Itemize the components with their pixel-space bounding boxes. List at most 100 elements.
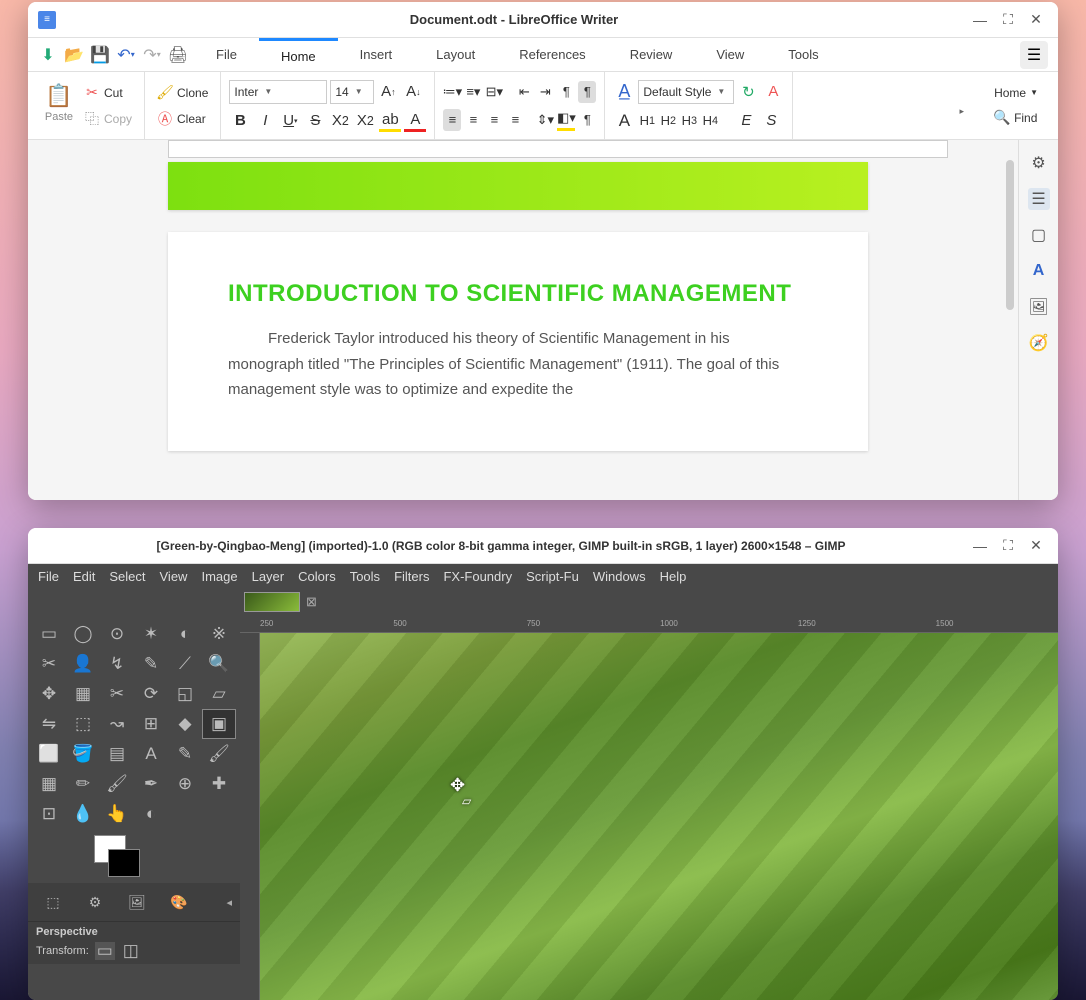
emphasis-icon[interactable]: E: [735, 110, 757, 132]
line-spacing-icon[interactable]: ⇕▾: [536, 109, 554, 131]
paste-icon[interactable]: 📋: [44, 83, 74, 111]
align-tool[interactable]: ▦: [66, 679, 100, 709]
shear-tool[interactable]: ▱: [202, 679, 236, 709]
document-heading[interactable]: INTRODUCTION TO SCIENTIFIC MANAGEMENT: [228, 280, 808, 308]
h1-icon[interactable]: H1: [638, 110, 656, 132]
menu-view[interactable]: View: [160, 569, 188, 584]
gimp-minimize-button[interactable]: —: [968, 534, 992, 558]
gimp-titlebar[interactable]: [Green-by-Qingbao-Meng] (imported)-1.0 (…: [28, 528, 1058, 564]
tab-layout[interactable]: Layout: [414, 38, 497, 72]
menu-fxfoundry[interactable]: FX-Foundry: [443, 569, 512, 584]
canvas-ruler-vertical[interactable]: [240, 633, 260, 1000]
overflow-icon[interactable]: ▸: [959, 106, 964, 117]
minimize-button[interactable]: —: [968, 8, 992, 32]
styles-icon[interactable]: A̲: [613, 81, 635, 103]
menu-file[interactable]: File: [38, 569, 59, 584]
underline-icon[interactable]: U▾: [279, 110, 301, 132]
cut-button[interactable]: ✂Cut: [80, 83, 136, 103]
warp-tool[interactable]: ↝: [100, 709, 134, 739]
shrink-font-icon[interactable]: A↓: [402, 81, 424, 103]
free-select-tool[interactable]: ⊙: [100, 619, 134, 649]
outline-icon[interactable]: ⊟▾: [485, 81, 503, 103]
home-dropdown[interactable]: Home ▼: [990, 84, 1042, 102]
menu-select[interactable]: Select: [109, 569, 145, 584]
perspective-clone-tool[interactable]: ⊡: [32, 799, 66, 829]
pattern-tool[interactable]: ▦: [32, 769, 66, 799]
images-icon[interactable]: 🖼: [120, 887, 154, 917]
update-style-icon[interactable]: ↻: [737, 81, 759, 103]
transform-selection-icon[interactable]: ◫: [121, 942, 141, 960]
background-color[interactable]: [108, 849, 140, 877]
numbering-icon[interactable]: ≡▾: [464, 81, 482, 103]
find-button[interactable]: 🔍Find: [990, 108, 1042, 128]
handle-transform-tool[interactable]: ◆: [168, 709, 202, 739]
vertical-scrollbar[interactable]: [1006, 160, 1014, 310]
font-color-icon[interactable]: A: [404, 110, 426, 132]
ellipse-select-tool[interactable]: ◯: [66, 619, 100, 649]
grow-font-icon[interactable]: A↑: [377, 81, 399, 103]
strike-icon[interactable]: S: [304, 110, 326, 132]
font-combo[interactable]: Inter▼: [229, 80, 327, 104]
menu-windows[interactable]: Windows: [593, 569, 646, 584]
horizontal-ruler[interactable]: [168, 140, 948, 158]
transform-layer-icon[interactable]: ▭: [95, 942, 115, 960]
ltr-icon[interactable]: ¶: [557, 81, 575, 103]
para-bg-icon[interactable]: ◧▾: [557, 109, 575, 131]
gradient-tool[interactable]: ▤: [100, 739, 134, 769]
bucket-fill-tool[interactable]: 🪣: [66, 739, 100, 769]
close-tab-icon[interactable]: ⊠: [306, 594, 317, 610]
strong-icon[interactable]: S: [760, 110, 782, 132]
formatting-marks-icon[interactable]: ¶: [578, 109, 596, 131]
rect-select-tool[interactable]: ▭: [32, 619, 66, 649]
align-left-icon[interactable]: ≡: [443, 109, 461, 131]
italic-icon[interactable]: I: [254, 110, 276, 132]
blur-tool[interactable]: 💧: [66, 799, 100, 829]
document-paragraph[interactable]: Frederick Taylor introduced his theory o…: [228, 326, 808, 403]
color-select-tool[interactable]: ◐: [168, 619, 202, 649]
h4-icon[interactable]: H4: [701, 110, 719, 132]
size-combo[interactable]: 14▼: [330, 80, 374, 104]
justify-icon[interactable]: ≡: [506, 109, 524, 131]
print-icon[interactable]: 🖨: [168, 45, 188, 65]
move-tool[interactable]: ✥: [32, 679, 66, 709]
cage-tool[interactable]: ⬚: [66, 709, 100, 739]
menu-colors[interactable]: Colors: [298, 569, 336, 584]
new-doc-icon[interactable]: ▢: [1028, 224, 1050, 246]
navigator-icon[interactable]: 🧭: [1028, 332, 1050, 354]
unified-transform-tool[interactable]: ⊞: [134, 709, 168, 739]
menu-edit[interactable]: Edit: [73, 569, 95, 584]
menu-scriptfu[interactable]: Script-Fu: [526, 569, 579, 584]
clone-button[interactable]: 🖌Clone: [153, 83, 212, 103]
tab-tools[interactable]: Tools: [766, 38, 840, 72]
highlight-icon[interactable]: ab: [379, 110, 401, 132]
page-panel-icon[interactable]: ☰: [1028, 188, 1050, 210]
zoom-tool[interactable]: 🔍: [202, 649, 236, 679]
menu-image[interactable]: Image: [201, 569, 237, 584]
tab-insert[interactable]: Insert: [338, 38, 415, 72]
gimp-maximize-button[interactable]: ⛶: [996, 534, 1020, 558]
measure-tool[interactable]: ⟋: [168, 649, 202, 679]
bold-icon[interactable]: B: [229, 110, 251, 132]
color-swatches[interactable]: [28, 833, 240, 883]
fuzzy-select-tool[interactable]: ✶: [134, 619, 168, 649]
intelligent-scissors-tool[interactable]: ※: [202, 619, 236, 649]
titlebar[interactable]: ≡ Document.odt - LibreOffice Writer — ⛶ …: [28, 2, 1058, 38]
align-right-icon[interactable]: ≡: [485, 109, 503, 131]
paths-tool[interactable]: ↯: [100, 649, 134, 679]
redo-icon[interactable]: ↷▾: [142, 45, 162, 65]
indent-inc-icon[interactable]: ⇥: [536, 81, 554, 103]
h2-icon[interactable]: H2: [659, 110, 677, 132]
tab-review[interactable]: Review: [608, 38, 695, 72]
pencil-tool[interactable]: ✎: [168, 739, 202, 769]
gallery-icon[interactable]: 🖼: [1028, 296, 1050, 318]
eraser-tool[interactable]: ✏: [66, 769, 100, 799]
superscript-icon[interactable]: X2: [354, 110, 376, 132]
copy-button[interactable]: ⿻Copy: [80, 109, 136, 129]
para-style-combo[interactable]: Default Style▼: [638, 80, 734, 104]
tab-home[interactable]: Home: [259, 38, 338, 72]
color-picker-tool[interactable]: ✎: [134, 649, 168, 679]
export-icon[interactable]: ⬇: [38, 45, 58, 65]
save-icon[interactable]: 💾: [90, 45, 110, 65]
hamburger-menu[interactable]: ☰: [1020, 41, 1048, 69]
crop-tool[interactable]: ✂: [100, 679, 134, 709]
